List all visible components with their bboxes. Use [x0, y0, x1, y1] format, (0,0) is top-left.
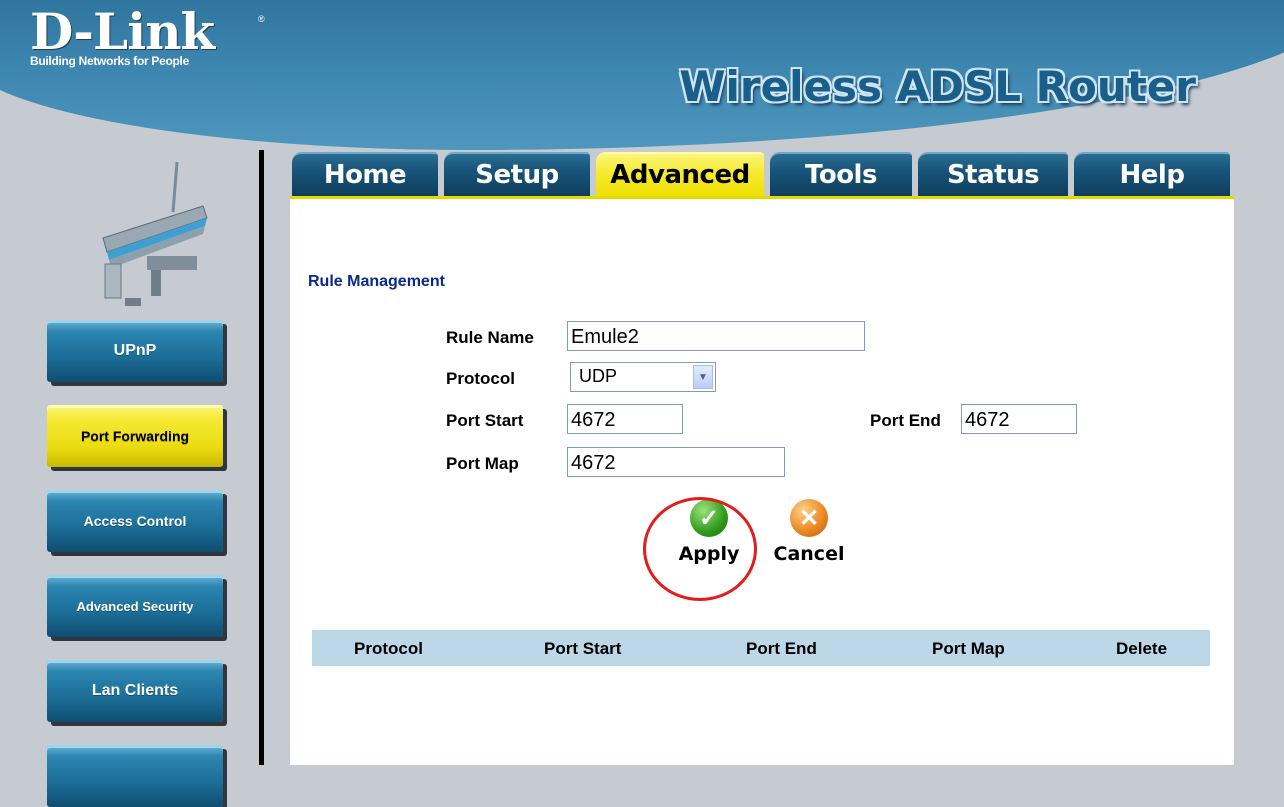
sidebar-item-partial[interactable]: [47, 745, 223, 807]
checkmark-icon: ✓: [690, 499, 728, 537]
column-header-protocol: Protocol: [354, 639, 423, 658]
sidebar-divider: [259, 150, 264, 765]
protocol-select[interactable]: UDP ▼: [570, 362, 716, 392]
chevron-down-icon[interactable]: ▼: [693, 365, 713, 389]
tab-tools[interactable]: Tools: [770, 152, 912, 196]
tab-setup[interactable]: Setup: [444, 152, 590, 196]
apply-label: Apply: [678, 543, 740, 565]
sidebar-item-label: Port Forwarding: [80, 428, 190, 444]
rule-name-label: Rule Name: [446, 328, 534, 347]
port-map-input[interactable]: 4672: [567, 447, 785, 477]
tab-help[interactable]: Help: [1074, 152, 1230, 196]
sidebar-item-lan-clients[interactable]: Lan Clients: [47, 660, 223, 722]
main-tabs: Home Setup Advanced Tools Status Help: [290, 150, 1234, 198]
sidebar-item-label: Lan Clients: [91, 682, 179, 699]
port-start-label: Port Start: [446, 411, 524, 430]
tab-advanced[interactable]: Advanced: [596, 152, 764, 196]
tab-label: Home: [323, 160, 407, 190]
port-end-label: Port End: [870, 411, 941, 430]
product-title: Wireless ADSL Router: [679, 62, 1196, 111]
tab-label: Tools: [805, 160, 877, 190]
protocol-selected-value: UDP: [579, 366, 618, 386]
column-header-port-map: Port Map: [932, 639, 1005, 658]
close-icon: ✕: [790, 499, 828, 537]
port-end-input[interactable]: 4672: [961, 404, 1077, 434]
port-map-label: Port Map: [446, 454, 519, 473]
cancel-button[interactable]: ✕ Cancel: [769, 499, 849, 565]
sidebar-item-label: Advanced Security: [76, 598, 194, 614]
column-header-port-start: Port Start: [544, 639, 622, 658]
sidebar-item-advanced-security[interactable]: Advanced Security: [47, 575, 223, 637]
tab-label: Help: [1119, 160, 1185, 190]
cancel-label: Cancel: [773, 543, 845, 565]
page-header: D-Link ® Building Networks for People Wi…: [0, 0, 1284, 150]
protocol-label: Protocol: [446, 369, 515, 388]
brand-tagline: Building Networks for People: [30, 54, 189, 68]
sidebar-item-access-control[interactable]: Access Control: [47, 490, 223, 552]
brand-name: D-Link: [30, 2, 215, 61]
sidebar-item-label: UPnP: [113, 342, 157, 359]
registered-mark: ®: [258, 14, 265, 24]
section-title: Rule Management: [308, 273, 445, 290]
tab-status[interactable]: Status: [918, 152, 1068, 196]
tab-label: Setup: [475, 160, 559, 190]
sidebar: UPnP Port Forwarding Access Control Adva…: [0, 150, 262, 807]
tab-home[interactable]: Home: [292, 152, 438, 196]
rules-table-header: Protocol Port Start Port End Port Map De…: [312, 630, 1210, 666]
dlink-logo: D-Link ® Building Networks for People: [30, 2, 265, 69]
sidebar-item-upnp[interactable]: UPnP: [47, 320, 223, 382]
port-start-input[interactable]: 4672: [567, 404, 683, 434]
content-panel: Rule Management Rule Name Emule2 Protoco…: [290, 199, 1234, 765]
tab-label: Advanced: [610, 160, 750, 190]
apply-button[interactable]: ✓ Apply: [669, 499, 749, 565]
router-image: [102, 161, 208, 306]
sidebar-item-label: Access Control: [83, 513, 187, 529]
tab-label: Status: [946, 160, 1040, 190]
rule-name-input[interactable]: Emule2: [567, 321, 865, 351]
sidebar-item-port-forwarding[interactable]: Port Forwarding: [47, 405, 223, 467]
column-header-port-end: Port End: [746, 639, 817, 658]
column-header-delete: Delete: [1116, 639, 1168, 658]
